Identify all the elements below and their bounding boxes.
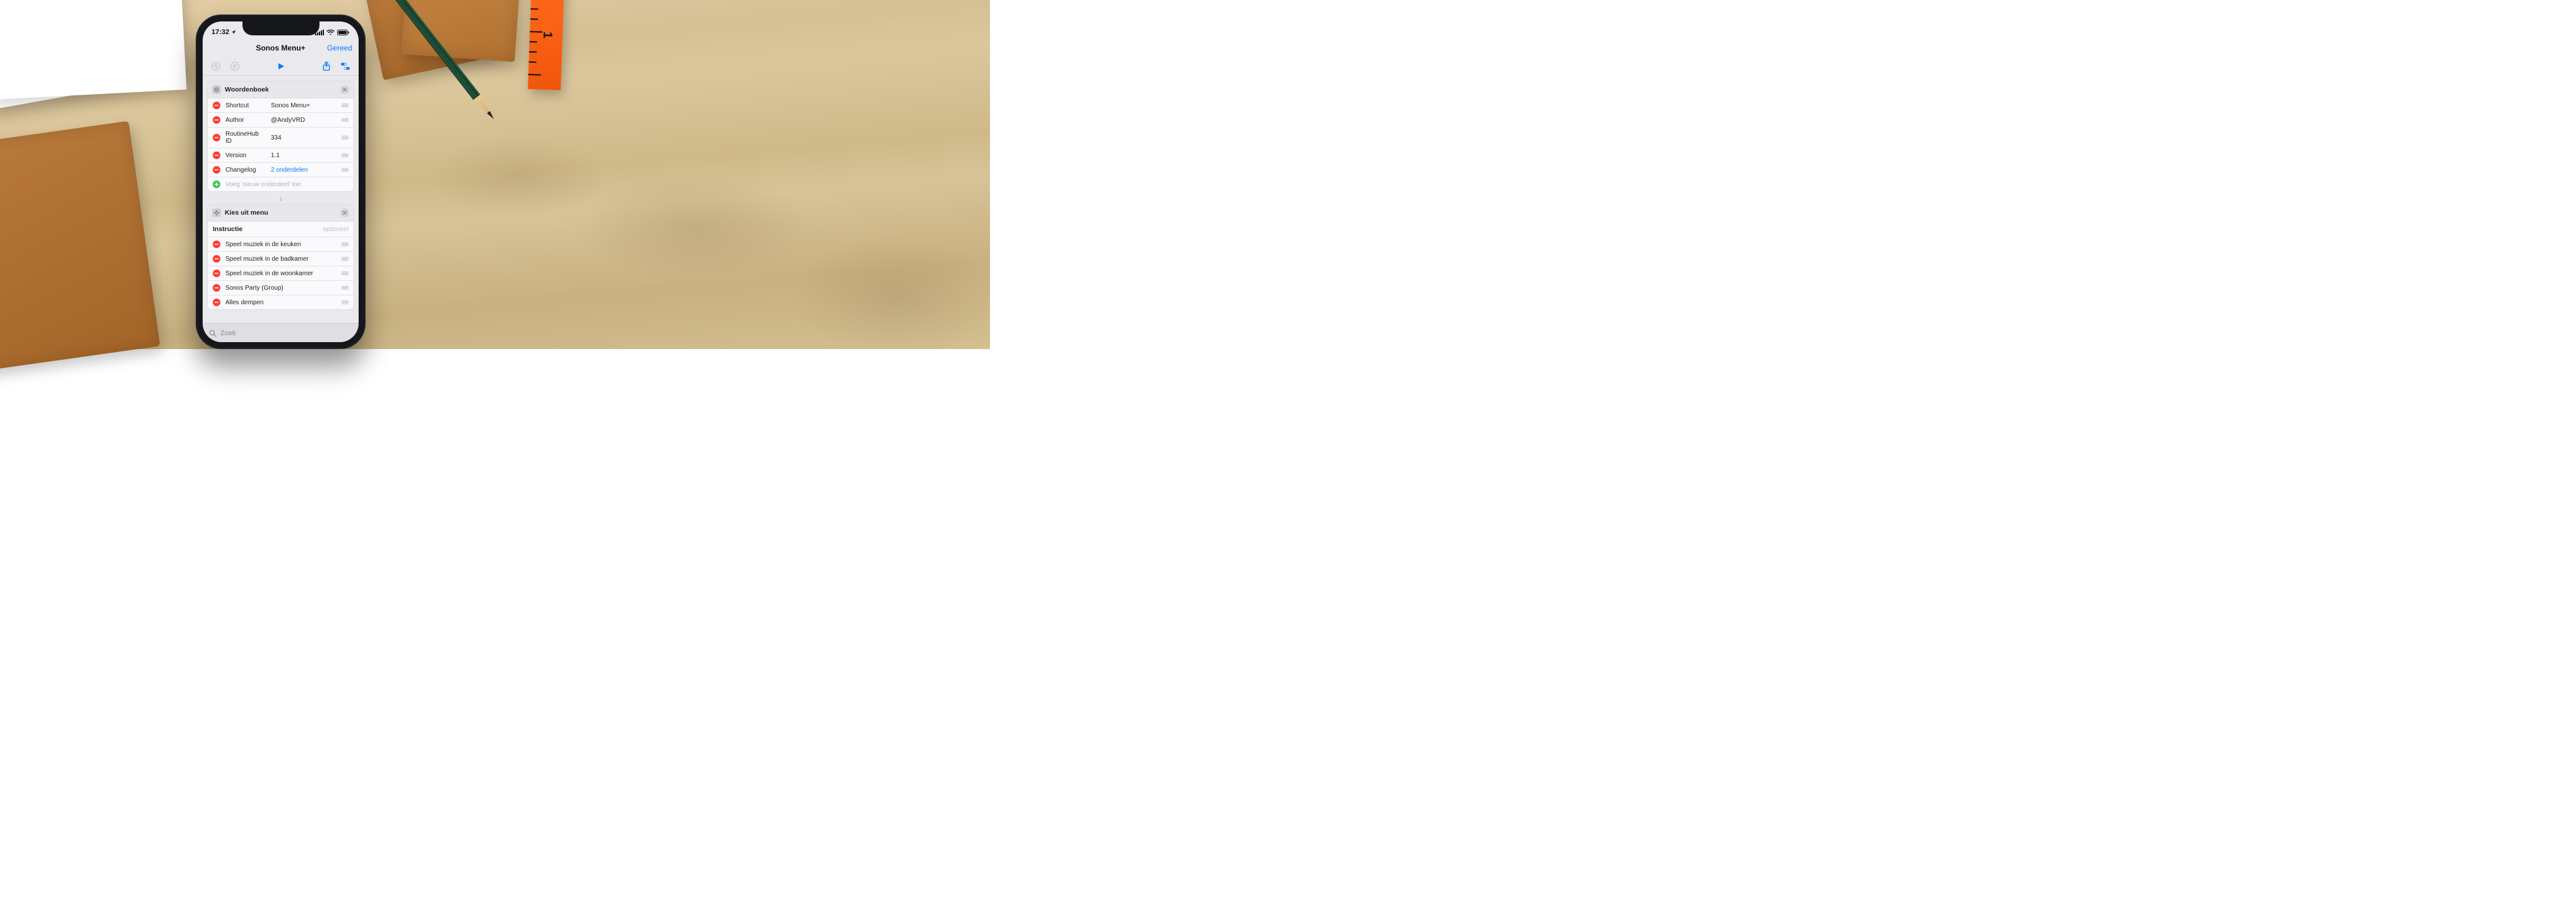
remove-row-button[interactable] [213,166,220,174]
done-button[interactable]: Gereed [327,44,352,52]
reorder-grip-icon[interactable] [341,153,349,158]
wifi-icon [326,30,335,35]
dictionary-key[interactable]: Version [225,152,266,159]
reorder-grip-icon[interactable] [341,168,349,172]
gear-icon [212,208,221,217]
reorder-grip-icon[interactable] [341,271,349,276]
menu-item-label[interactable]: Sonos Party (Group) [225,285,336,292]
search-input[interactable] [220,330,352,337]
battery-icon [337,30,350,35]
remove-row-button[interactable] [213,116,220,124]
delete-action-button[interactable] [340,208,349,217]
dictionary-key[interactable]: Author [225,117,266,124]
dictionary-value[interactable]: Sonos Menu+ [271,102,336,109]
action-search-bar[interactable] [203,323,359,342]
reorder-grip-icon[interactable] [341,104,349,108]
ruler: 2 1 [528,0,564,90]
paper-sheet [0,0,187,100]
card-title: Kies uit menu [225,209,268,217]
dictionary-row[interactable]: RoutineHub ID 334 [208,128,354,148]
run-button[interactable] [274,59,288,73]
editor-content[interactable]: Woordenboek Shortcut Sonos Menu+ Author @An… [203,78,359,323]
dictionary-row[interactable]: Shortcut Sonos Menu+ [208,98,354,113]
dictionary-value[interactable]: 2 onderdelen [271,167,336,174]
card-header: Woordenboek [208,81,354,98]
iphone-frame: 17:32 Sonos Menu+ Gereed [196,15,366,349]
settings-toggles-button[interactable] [338,59,352,73]
instruction-optional: optioneel [323,226,349,233]
dictionary-value[interactable]: 334 [271,134,336,141]
add-dictionary-item-row[interactable]: Voeg 'nieuw onderdeel' toe [208,177,354,191]
dictionary-value[interactable]: @AndyVRD [271,117,336,124]
search-icon [209,330,217,337]
card-title: Woordenboek [225,86,269,93]
gear-icon [212,85,221,94]
remove-row-button[interactable] [213,134,220,141]
remove-row-button[interactable] [213,102,220,109]
add-item-placeholder: Voeg 'nieuw onderdeel' toe [225,181,349,188]
undo-button[interactable] [209,59,223,73]
redo-button[interactable] [228,59,242,73]
notch [242,21,319,35]
dictionary-value[interactable]: 1.1 [271,152,336,159]
dictionary-action-card[interactable]: Woordenboek Shortcut Sonos Menu+ Author @An… [207,81,354,192]
reorder-grip-icon[interactable] [341,300,349,305]
reorder-grip-icon[interactable] [341,242,349,247]
dictionary-row[interactable]: Version 1.1 [208,148,354,163]
menu-item-label[interactable]: Speel muziek in de badkamer [225,256,336,263]
dictionary-key[interactable]: RoutineHub ID [225,131,266,145]
menu-item-row[interactable]: Speel muziek in de keuken [208,237,354,252]
menu-item-row[interactable]: Alles dempen [208,295,354,309]
nav-bar: Sonos Menu+ Gereed [203,39,359,57]
remove-row-button[interactable] [213,284,220,292]
reorder-grip-icon[interactable] [341,257,349,261]
dictionary-key[interactable]: Changelog [225,167,266,174]
status-time: 17:32 [212,28,229,36]
remove-row-button[interactable] [213,270,220,277]
instruction-label: Instructie [213,225,242,233]
menu-item-row[interactable]: Speel muziek in de woonkamer [208,266,354,281]
menu-item-label[interactable]: Alles dempen [225,299,336,306]
dictionary-row[interactable]: Changelog 2 onderdelen [208,163,354,177]
choose-from-menu-card[interactable]: Kies uit menu Instructie optioneel Speel… [207,204,354,310]
menu-item-row[interactable]: Speel muziek in de badkamer [208,252,354,266]
action-connector [280,197,282,201]
instruction-row[interactable]: Instructie optioneel [208,222,354,237]
remove-row-button[interactable] [213,255,220,263]
dictionary-row[interactable]: Author @AndyVRD [208,113,354,128]
remove-row-button[interactable] [213,152,220,159]
reorder-grip-icon[interactable] [341,118,349,122]
dictionary-key[interactable]: Shortcut [225,102,266,109]
remove-row-button[interactable] [213,241,220,248]
menu-item-label[interactable]: Speel muziek in de keuken [225,241,336,248]
reorder-grip-icon[interactable] [341,286,349,290]
editor-toolbar [203,57,359,76]
card-header: Kies uit menu [208,205,354,222]
add-row-button[interactable] [213,181,220,188]
delete-action-button[interactable] [340,85,349,94]
page-title: Sonos Menu+ [256,44,305,52]
reorder-grip-icon[interactable] [341,136,349,140]
remove-row-button[interactable] [213,299,220,306]
phone-screen: 17:32 Sonos Menu+ Gereed [203,21,359,342]
menu-item-label[interactable]: Speel muziek in de woonkamer [225,270,336,277]
menu-item-row[interactable]: Sonos Party (Group) [208,281,354,295]
location-icon [231,30,236,35]
share-button[interactable] [319,59,333,73]
